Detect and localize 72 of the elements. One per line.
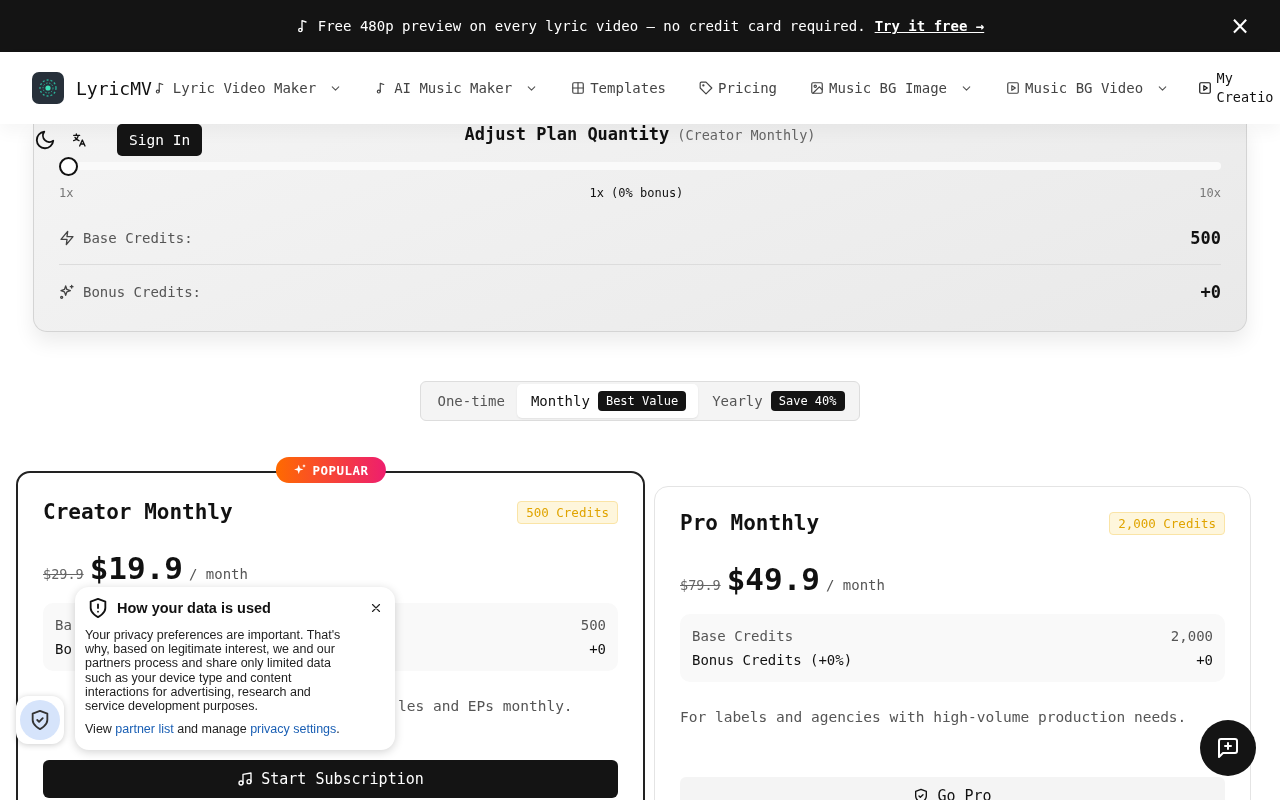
credit-label: Base Credits bbox=[692, 628, 794, 644]
grid-icon bbox=[571, 81, 586, 95]
credits-tag: 500 Credits bbox=[517, 500, 618, 524]
sign-in-button[interactable]: Sign In bbox=[117, 124, 203, 156]
lightning-icon bbox=[59, 230, 75, 246]
try-free-link[interactable]: Try it free → bbox=[874, 18, 985, 34]
credit-value: 2,000 bbox=[1170, 628, 1213, 644]
play-icon bbox=[1006, 81, 1021, 95]
plan-subtitle: (Creator Monthly) bbox=[677, 127, 816, 143]
partner-list-link[interactable]: partner list bbox=[115, 722, 174, 737]
credit-value: +0 bbox=[1200, 281, 1221, 302]
popular-badge: POPULAR bbox=[275, 457, 386, 483]
close-button[interactable]: × bbox=[1229, 14, 1250, 38]
credit-label: Base Credits: bbox=[83, 230, 193, 246]
slider-value-label: 1x (0% bonus) bbox=[589, 186, 684, 200]
popup-title: How your data is used bbox=[117, 600, 271, 616]
privacy-links-text: View partner list and manage privacy settings. bbox=[85, 722, 341, 737]
translate-icon[interactable] bbox=[71, 132, 87, 148]
credit-label: Bonus Credits (+0%) bbox=[692, 652, 853, 668]
close-button[interactable] bbox=[369, 601, 383, 615]
panel-title: Adjust Plan Quantity bbox=[464, 124, 670, 144]
credit-label: Ba bbox=[55, 617, 72, 633]
billing-tab[interactable]: Monthly Best Value bbox=[516, 384, 699, 418]
close-icon bbox=[369, 601, 383, 615]
plan-price: $49.9 bbox=[726, 561, 820, 597]
original-price: $29.9 bbox=[43, 566, 84, 582]
nav-link[interactable]: Music BG Image bbox=[793, 68, 990, 108]
credits-tag: 2,000 Credits bbox=[1109, 511, 1225, 535]
nav-link[interactable]: AI Music Maker bbox=[358, 68, 555, 108]
billing-tab[interactable]: Yearly Save 40% bbox=[698, 384, 857, 418]
credit-label: Bonus Credits: bbox=[83, 283, 201, 300]
credit-label: Bo bbox=[55, 641, 72, 657]
sparkles-icon bbox=[59, 283, 75, 300]
slider-max-label: 10x bbox=[1199, 186, 1221, 200]
shield-icon bbox=[87, 597, 109, 619]
plan-name: Creator Monthly bbox=[43, 500, 233, 524]
nav-link[interactable]: Music BG Video bbox=[989, 68, 1186, 108]
shield-check-icon bbox=[29, 709, 51, 731]
plan-price: $19.9 bbox=[89, 550, 183, 586]
plan-description: les and EPs monthly. bbox=[398, 698, 573, 714]
dark-mode-toggle[interactable] bbox=[34, 129, 56, 151]
credit-value: +0 bbox=[1196, 652, 1213, 668]
price-period: / month bbox=[188, 566, 248, 582]
billing-tab[interactable]: One-time bbox=[423, 384, 517, 418]
privacy-text: Your privacy preferences are important. That's why, based on legitimate interest, we and our partners process and share only limited data such as your device type and content interactions for advertising, research and service development purposes. bbox=[85, 628, 342, 714]
subscribe-button[interactable]: Start Subscription bbox=[43, 760, 618, 798]
price-period: / month bbox=[825, 577, 885, 593]
nav-link[interactable]: Templates bbox=[554, 68, 683, 108]
chat-icon bbox=[1216, 736, 1240, 760]
credit-value: 500 bbox=[580, 617, 606, 633]
logo-icon[interactable] bbox=[32, 72, 64, 104]
nav-link[interactable]: Lyric Video Maker bbox=[151, 68, 359, 108]
credit-value: 500 bbox=[1190, 228, 1221, 248]
plan-description: For labels and agencies with high-volume production needs. bbox=[680, 709, 1187, 725]
brand-name[interactable]: LyricMV bbox=[76, 77, 152, 99]
music-note-icon bbox=[237, 771, 254, 787]
quantity-slider[interactable] bbox=[59, 156, 1221, 176]
image-icon bbox=[810, 81, 825, 95]
plan-name: Pro Monthly bbox=[680, 511, 820, 535]
slider-thumb[interactable] bbox=[59, 157, 78, 176]
banner-text: Free 480p preview on every lyric video — no credit card required. bbox=[317, 18, 866, 34]
credit-value: +0 bbox=[589, 641, 606, 657]
slider-min-label: 1x bbox=[59, 186, 74, 200]
original-price: $79.9 bbox=[680, 577, 721, 593]
tag-icon bbox=[699, 81, 714, 95]
shield-check-icon bbox=[913, 788, 930, 800]
nav-link[interactable]: My Creatio bbox=[1185, 68, 1278, 108]
discount-tag: Save 40% bbox=[770, 391, 845, 411]
nav-link[interactable]: Pricing bbox=[682, 68, 794, 108]
discount-tag: Best Value bbox=[597, 391, 687, 411]
privacy-button[interactable] bbox=[16, 696, 64, 744]
play-icon bbox=[1197, 81, 1212, 95]
